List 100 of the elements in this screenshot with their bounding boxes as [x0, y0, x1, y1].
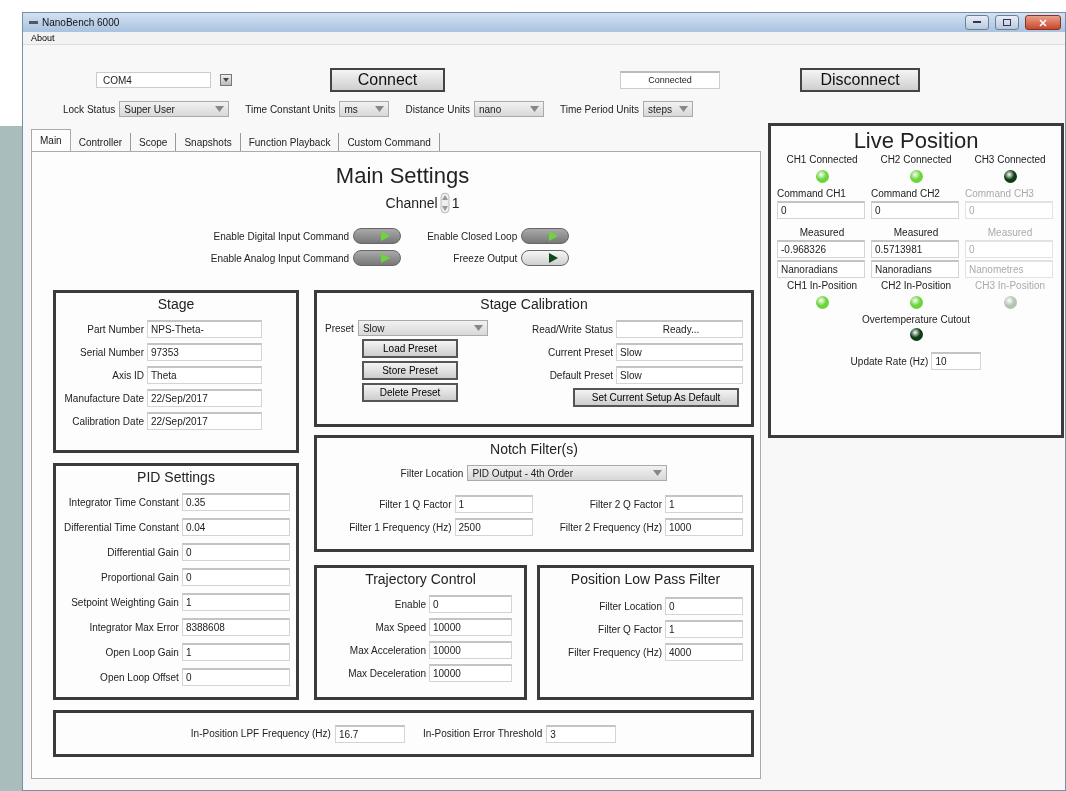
text-field[interactable]: 10000 [429, 618, 512, 636]
text-field[interactable]: 16.7 [334, 724, 405, 743]
text-field[interactable]: 10000 [429, 664, 512, 682]
preset-button[interactable]: Load Preset [362, 339, 458, 358]
tab[interactable]: Main [31, 129, 71, 151]
field-label: Time Constant Units [245, 103, 336, 115]
text-field[interactable]: 22/Sep/2017 [147, 412, 262, 430]
port-dropdown-button[interactable] [220, 74, 232, 86]
group-title: Stage Calibration [479, 296, 589, 312]
text-field[interactable]: 0.35 [181, 493, 290, 511]
text-field[interactable]: Slow [616, 366, 743, 384]
dropdown[interactable]: Super User [119, 101, 230, 117]
status-label: CH1 Connected [786, 154, 858, 165]
field-label: Filter Q Factor [597, 623, 662, 635]
close-button[interactable] [1025, 15, 1061, 30]
text-field[interactable]: -0.968326 [777, 240, 865, 258]
field-label: Channel [385, 195, 438, 211]
text-field[interactable]: 1 [181, 643, 290, 661]
group-title: Notch Filter(s) [489, 441, 579, 457]
unit-field: Nanoradians [777, 260, 865, 278]
text-field[interactable]: Theta [147, 366, 262, 384]
field-label: Command CH2 [871, 188, 940, 199]
field-label: Filter 1 Frequency (Hz) [348, 521, 452, 533]
text-field[interactable]: 1000 [665, 518, 743, 536]
set-default-button[interactable]: Set Current Setup As Default [573, 388, 739, 407]
text-field[interactable]: NPS-Theta- [147, 320, 262, 338]
field-label: Command CH3 [965, 188, 1034, 199]
field-label: Current Preset [546, 346, 613, 358]
field-label: Calibration Date [71, 415, 144, 427]
dropdown[interactable]: steps [643, 101, 694, 117]
toggle-switch[interactable] [521, 250, 570, 266]
dropdown-arrow-icon [529, 106, 539, 112]
text-field[interactable]: 0.5713981 [871, 240, 959, 258]
toggle-switch[interactable] [521, 228, 570, 244]
field-label: Differential Time Constant [64, 521, 179, 533]
status-label: CH2 Connected [880, 154, 952, 165]
text-field[interactable]: 4000 [665, 643, 743, 661]
close-icon [1039, 18, 1047, 27]
group-title: PID Settings [136, 469, 216, 485]
text-field[interactable]: 0 [181, 668, 290, 686]
menu-item[interactable]: About [31, 32, 55, 44]
channel-value[interactable]: 1 [451, 195, 460, 211]
maximize-button[interactable] [995, 15, 1019, 30]
status-label: CH3 Connected [974, 154, 1046, 165]
text-field[interactable]: 0 [665, 597, 743, 615]
dropdown[interactable]: ms [339, 101, 390, 117]
text-field[interactable]: 1 [181, 593, 290, 611]
dropdown[interactable]: nano [473, 101, 544, 117]
maximize-icon [1003, 19, 1011, 26]
text-field[interactable]: 2500 [454, 518, 533, 536]
preset-button[interactable]: Delete Preset [362, 383, 458, 402]
group-title: Trajectory Control [364, 571, 477, 587]
field-label: Max Speed [374, 621, 426, 633]
text-field[interactable]: 1 [665, 620, 743, 638]
toggle-switch[interactable] [353, 228, 402, 244]
dropdown-arrow-icon [215, 106, 225, 112]
text-field[interactable]: 0 [871, 201, 959, 219]
field-label: Filter Location [400, 467, 464, 479]
text-field[interactable]: 3 [546, 724, 617, 743]
disconnect-button[interactable]: Disconnect [800, 68, 920, 92]
text-field[interactable]: 1 [454, 495, 533, 513]
toggle-label: Freeze Output [452, 252, 518, 264]
text-field[interactable]: 0 [181, 543, 290, 561]
field-label: Max Deceleration [347, 667, 426, 679]
text-field[interactable]: 0 [777, 201, 865, 219]
field-label: Enable [393, 598, 426, 610]
text-field[interactable]: Slow [616, 343, 743, 361]
text-field[interactable]: 1 [665, 495, 743, 513]
status-label: CH2 In-Position [881, 280, 951, 291]
text-field[interactable]: 97353 [147, 343, 262, 361]
text-field[interactable]: Ready... [616, 320, 743, 338]
field-label: Time Period Units [559, 103, 640, 115]
text-field[interactable]: 10000 [429, 641, 512, 659]
text-field[interactable]: 0 [181, 568, 290, 586]
field-label: Max Acceleration [348, 644, 426, 656]
dropdown-arrow-icon [473, 325, 483, 331]
connect-button[interactable]: Connect [330, 68, 445, 92]
dropdown[interactable]: PID Output - 4th Order [467, 465, 668, 481]
spinner-arrows-icon[interactable] [439, 192, 450, 214]
field-label: Integrator Max Error [88, 621, 179, 633]
minimize-icon [973, 21, 981, 24]
text-field[interactable]: 8388608 [181, 618, 290, 636]
minimize-button[interactable] [965, 15, 989, 30]
field-label: Differential Gain [106, 546, 179, 558]
unit-field: Nanoradians [871, 260, 959, 278]
toggle-label: Enable Closed Loop [427, 230, 518, 242]
text-field[interactable]: 0 [429, 595, 512, 613]
field-label: Open Loop Gain [104, 646, 179, 658]
text-field[interactable]: 10 [931, 352, 982, 370]
preset-button[interactable]: Store Preset [362, 361, 458, 380]
toggle-label: Enable Digital Input Command [212, 230, 350, 242]
port-field[interactable]: COM4 [96, 72, 211, 88]
status-label: CH1 In-Position [787, 280, 857, 291]
dropdown[interactable]: Slow [357, 320, 488, 336]
field-label: Integrator Time Constant [67, 496, 179, 508]
field-label: Distance Units [405, 103, 470, 115]
text-field[interactable]: 0.04 [181, 518, 290, 536]
field-label: Measured [987, 227, 1033, 238]
toggle-switch[interactable] [353, 250, 402, 266]
text-field[interactable]: 22/Sep/2017 [147, 389, 262, 407]
